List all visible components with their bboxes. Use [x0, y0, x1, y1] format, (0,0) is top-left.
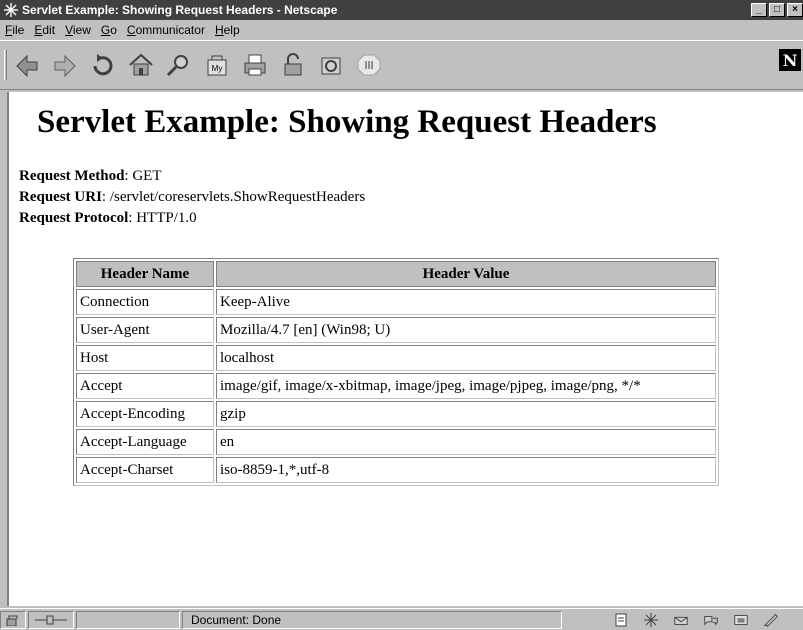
stop-icon[interactable]: [353, 50, 385, 80]
security-icon[interactable]: [277, 50, 309, 80]
menu-communicator[interactable]: Communicator: [122, 23, 210, 37]
table-row: Accept-Language en: [76, 429, 716, 455]
table-row: Accept-Charset iso-8859-1,*,utf-8: [76, 457, 716, 483]
header-name-cell: Accept-Charset: [76, 457, 214, 483]
menu-edit-label: dit: [42, 22, 56, 37]
header-value-cell: image/gif, image/x-xbitmap, image/jpeg, …: [216, 373, 716, 399]
menu-file[interactable]: File: [0, 23, 29, 37]
my-netscape-icon[interactable]: My: [201, 50, 233, 80]
progress-meter-icon: [28, 610, 74, 629]
pen-icon[interactable]: [763, 613, 779, 627]
netscape-app-icon: [3, 2, 19, 18]
forward-icon[interactable]: [49, 50, 81, 80]
request-method-label: Request Method: [19, 168, 125, 184]
column-header-name: Header Name: [76, 261, 214, 287]
header-name-cell: Accept-Encoding: [76, 401, 214, 427]
menu-communicator-accel: C: [126, 22, 136, 37]
menu-view-label: iew: [72, 22, 91, 37]
window-title: Servlet Example: Showing Request Headers…: [22, 3, 338, 17]
page-icon[interactable]: [613, 613, 629, 627]
status-text: Document: Done: [182, 610, 562, 629]
title-bar: Servlet Example: Showing Request Headers…: [0, 0, 803, 20]
table-row: Accept-Encoding gzip: [76, 401, 716, 427]
column-header-value: Header Value: [216, 261, 716, 287]
header-name-cell: Accept: [76, 373, 214, 399]
table-row: Connection Keep-Alive: [76, 289, 716, 315]
back-icon[interactable]: [11, 50, 43, 80]
toolbar-grip[interactable]: [4, 50, 7, 80]
composer-icon[interactable]: [733, 613, 749, 627]
reload-icon[interactable]: [87, 50, 119, 80]
header-name-cell: Connection: [76, 289, 214, 315]
header-value-cell: Mozilla/4.7 [en] (Win98; U): [216, 317, 716, 343]
request-uri-value: : /servlet/coreservlets.ShowRequestHeade…: [101, 189, 366, 205]
header-value-cell: iso-8859-1,*,utf-8: [216, 457, 716, 483]
menu-file-label: ile: [12, 22, 25, 37]
home-icon[interactable]: [125, 50, 157, 80]
security-lock-icon[interactable]: [0, 610, 26, 629]
request-protocol-label: Request Protocol: [19, 210, 129, 226]
menu-go-label: o: [110, 22, 117, 37]
progress-bar: [76, 610, 180, 629]
navigation-toolbar: My N: [0, 40, 803, 90]
menu-communicator-label: ommunicator: [135, 22, 205, 37]
page-title: Servlet Example: Showing Request Headers: [37, 104, 657, 140]
netscape-logo[interactable]: N: [779, 49, 801, 71]
menu-bar: File Edit View Go Communicator Help: [0, 20, 803, 39]
navigator-icon[interactable]: [643, 612, 659, 627]
request-method-value: : GET: [124, 168, 162, 184]
request-info: Request Method: GET Request URI: /servle…: [19, 166, 365, 229]
request-uri-line: Request URI: /servlet/coreservlets.ShowR…: [19, 187, 365, 208]
close-button[interactable]: ×: [787, 3, 803, 17]
request-method-line: Request Method: GET: [19, 166, 365, 187]
table-header-row: Header Name Header Value: [76, 261, 716, 287]
page-content[interactable]: Servlet Example: Showing Request Headers…: [7, 92, 803, 606]
headers-table: Header Name Header Value Connection Keep…: [73, 258, 719, 486]
header-value-cell: Keep-Alive: [216, 289, 716, 315]
menu-view-accel: V: [65, 22, 73, 37]
header-value-cell: localhost: [216, 345, 716, 371]
header-name-cell: Accept-Language: [76, 429, 214, 455]
header-value-cell: en: [216, 429, 716, 455]
table-row: Accept image/gif, image/x-xbitmap, image…: [76, 373, 716, 399]
maximize-button[interactable]: □: [769, 3, 785, 17]
search-icon[interactable]: [163, 50, 195, 80]
table-row: User-Agent Mozilla/4.7 [en] (Win98; U): [76, 317, 716, 343]
table-row: Host localhost: [76, 345, 716, 371]
menu-go[interactable]: Go: [96, 23, 122, 37]
request-uri-label: Request URI: [19, 189, 102, 205]
header-value-cell: gzip: [216, 401, 716, 427]
menu-view[interactable]: View: [60, 23, 96, 37]
print-icon[interactable]: [239, 50, 271, 80]
svg-text:My: My: [212, 64, 223, 73]
header-name-cell: User-Agent: [76, 317, 214, 343]
component-bar: [613, 612, 779, 627]
request-protocol-line: Request Protocol: HTTP/1.0: [19, 208, 365, 229]
menu-help[interactable]: Help: [210, 23, 245, 37]
menu-go-accel: G: [100, 22, 111, 37]
menu-help-accel: H: [214, 22, 224, 37]
shop-icon[interactable]: [315, 50, 347, 80]
minimize-button[interactable]: _: [751, 3, 767, 17]
request-protocol-value: : HTTP/1.0: [128, 210, 197, 226]
menu-edit[interactable]: Edit: [29, 23, 60, 37]
discussion-icon[interactable]: [703, 613, 719, 627]
menu-help-label: elp: [223, 22, 240, 37]
header-name-cell: Host: [76, 345, 214, 371]
mail-icon[interactable]: [673, 613, 689, 627]
status-bar: Document: Done: [0, 608, 803, 630]
